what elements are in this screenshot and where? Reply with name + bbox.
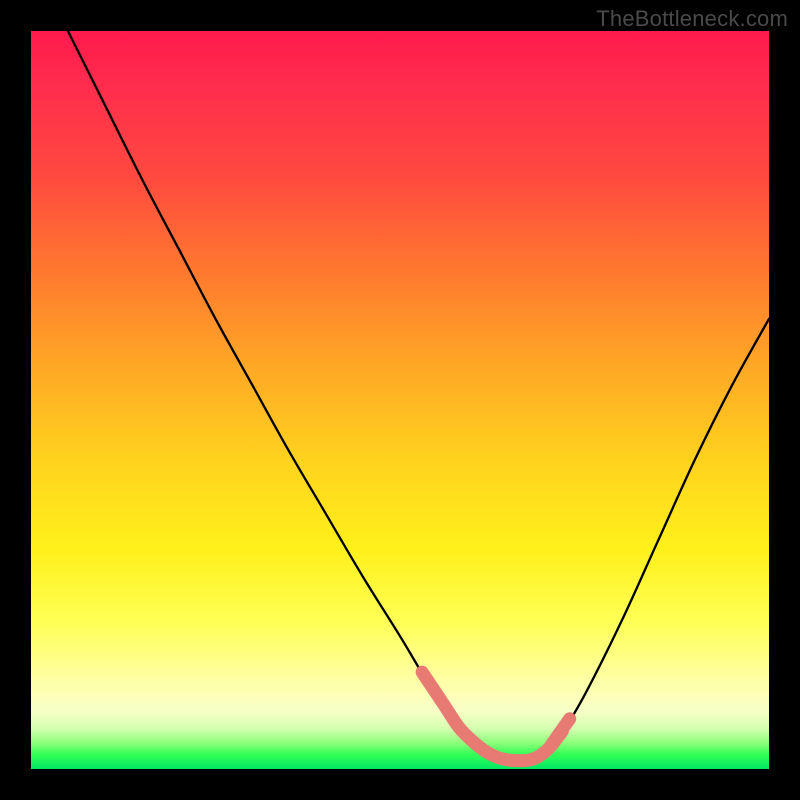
plot-area [31, 31, 769, 769]
chart-frame: TheBottleneck.com [0, 0, 800, 800]
curve-svg [31, 31, 769, 769]
watermark-text: TheBottleneck.com [596, 6, 788, 32]
highlight-segment [422, 672, 562, 761]
highlight-dash [551, 719, 569, 745]
bottleneck-curve [68, 31, 769, 762]
